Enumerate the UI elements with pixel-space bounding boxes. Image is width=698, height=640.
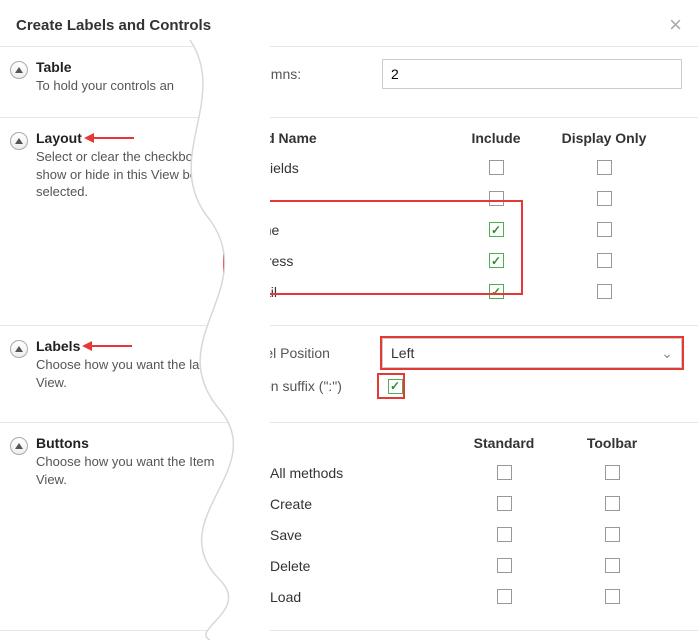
buttons-header-toolbar: Toolbar bbox=[558, 435, 666, 451]
field-name: All Fields bbox=[242, 160, 442, 176]
method-name: All methods bbox=[270, 465, 450, 481]
display-only-checkbox[interactable] bbox=[597, 253, 612, 268]
collapse-toggle-layout[interactable] bbox=[10, 132, 28, 150]
method-icon: ≡▸ bbox=[242, 558, 270, 574]
toolbar-checkbox[interactable] bbox=[605, 558, 620, 573]
table-desc: To hold your controls an bbox=[36, 77, 174, 95]
field-header-name: Field Name bbox=[242, 130, 442, 146]
layout-title: Layout bbox=[36, 130, 216, 146]
method-icon: ≡▸ bbox=[242, 589, 270, 605]
display-only-checkbox[interactable] bbox=[597, 160, 612, 175]
section-labels: Labels Choose how you want the la View. … bbox=[0, 326, 698, 423]
field-name: Address bbox=[242, 253, 442, 269]
method-row: ≡▸Create bbox=[242, 488, 682, 519]
method-name: Delete bbox=[270, 558, 450, 574]
section-table: Table To hold your controls an Columns: bbox=[0, 47, 698, 118]
method-row: ≡▸Delete bbox=[242, 550, 682, 581]
section-layout: Layout Select or clear the checkbo to sh… bbox=[0, 118, 698, 326]
method-name: Save bbox=[270, 527, 450, 543]
dialog-header: Create Labels and Controls × bbox=[0, 0, 698, 47]
method-row: ≡▸Load bbox=[242, 581, 682, 612]
display-only-checkbox[interactable] bbox=[597, 222, 612, 237]
label-position-label: Label Position bbox=[242, 345, 382, 361]
toolbar-checkbox[interactable] bbox=[605, 589, 620, 604]
colon-suffix-label: Colon suffix (":") bbox=[242, 378, 382, 394]
collapse-toggle-table[interactable] bbox=[10, 61, 28, 79]
labels-title: Labels bbox=[36, 338, 216, 354]
field-row: Address bbox=[242, 245, 682, 276]
toolbar-checkbox[interactable] bbox=[605, 527, 620, 542]
standard-checkbox[interactable] bbox=[497, 465, 512, 480]
method-icon: ≡▸ bbox=[242, 496, 270, 512]
include-checkbox[interactable] bbox=[489, 191, 504, 206]
buttons-desc: Choose how you want the Item View. bbox=[36, 453, 216, 488]
field-name: ID bbox=[242, 191, 442, 207]
field-name: Email bbox=[242, 284, 442, 300]
label-position-value: Left bbox=[391, 345, 414, 361]
method-row: All methods bbox=[242, 457, 682, 488]
include-checkbox[interactable] bbox=[489, 160, 504, 175]
field-header-include: Include bbox=[442, 130, 550, 146]
standard-checkbox[interactable] bbox=[497, 589, 512, 604]
field-row: ID bbox=[242, 183, 682, 214]
colon-suffix-checkbox[interactable] bbox=[388, 379, 403, 394]
include-checkbox[interactable] bbox=[489, 284, 504, 299]
field-name: Name bbox=[242, 222, 442, 238]
label-position-select[interactable]: Left ⌄ bbox=[382, 338, 682, 368]
method-icon: ≡▸ bbox=[242, 527, 270, 543]
field-row: All Fields bbox=[242, 152, 682, 183]
include-checkbox[interactable] bbox=[489, 253, 504, 268]
layout-desc: Select or clear the checkbo to show or h… bbox=[36, 148, 216, 201]
columns-label: Columns: bbox=[242, 66, 382, 82]
collapse-toggle-labels[interactable] bbox=[10, 340, 28, 358]
toolbar-checkbox[interactable] bbox=[605, 465, 620, 480]
display-only-checkbox[interactable] bbox=[597, 284, 612, 299]
buttons-header-standard: Standard bbox=[450, 435, 558, 451]
table-title: Table bbox=[36, 59, 174, 75]
annotation-box-position bbox=[380, 336, 684, 370]
toolbar-checkbox[interactable] bbox=[605, 496, 620, 511]
field-row: Name bbox=[242, 214, 682, 245]
field-header-display: Display Only bbox=[550, 130, 658, 146]
standard-checkbox[interactable] bbox=[497, 527, 512, 542]
field-row: Email bbox=[242, 276, 682, 307]
section-buttons: Buttons Choose how you want the Item Vie… bbox=[0, 423, 698, 631]
method-name: Create bbox=[270, 496, 450, 512]
display-only-checkbox[interactable] bbox=[597, 191, 612, 206]
close-icon[interactable]: × bbox=[669, 14, 682, 36]
chevron-down-icon: ⌄ bbox=[661, 345, 673, 362]
include-checkbox[interactable] bbox=[489, 222, 504, 237]
method-name: Load bbox=[270, 589, 450, 605]
labels-desc: Choose how you want the la View. bbox=[36, 356, 216, 391]
standard-checkbox[interactable] bbox=[497, 496, 512, 511]
standard-checkbox[interactable] bbox=[497, 558, 512, 573]
dialog-title: Create Labels and Controls bbox=[16, 17, 211, 34]
columns-input[interactable] bbox=[382, 59, 682, 89]
buttons-title: Buttons bbox=[36, 435, 216, 451]
collapse-toggle-buttons[interactable] bbox=[10, 437, 28, 455]
method-row: ≡▸Save bbox=[242, 519, 682, 550]
